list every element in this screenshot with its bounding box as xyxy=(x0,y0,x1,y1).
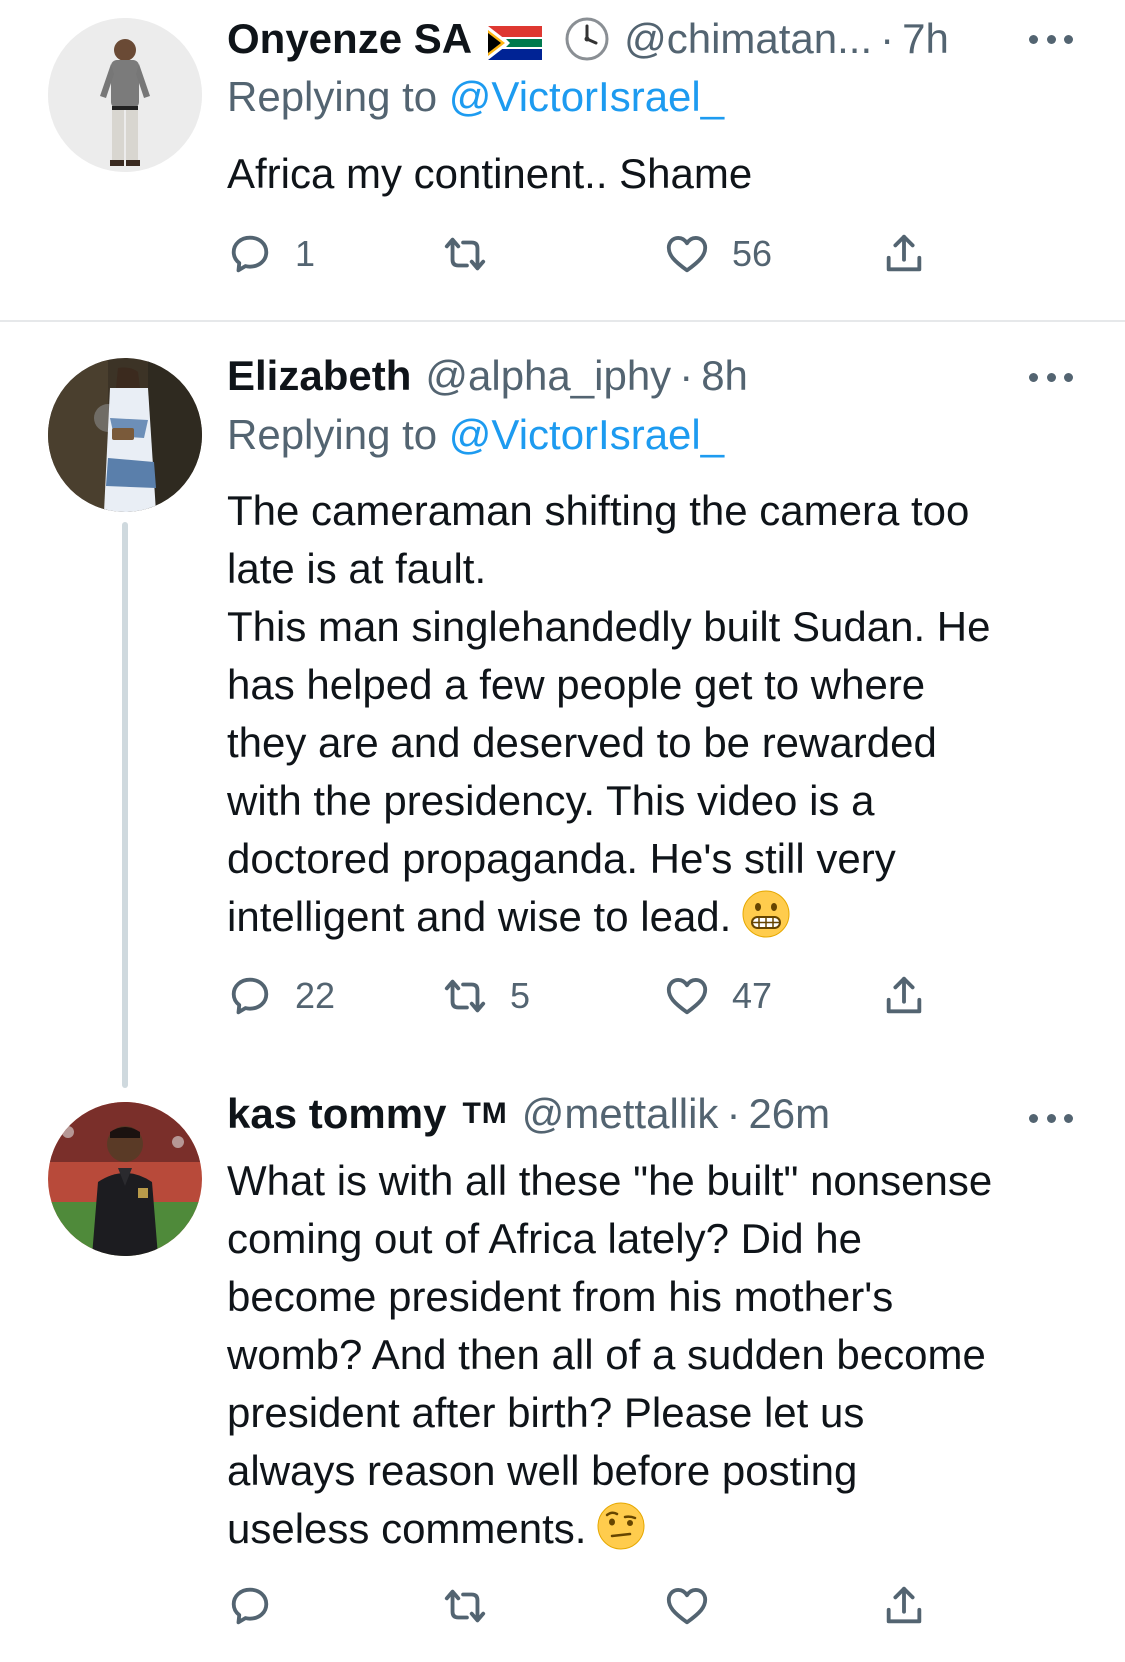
reply-icon xyxy=(227,231,273,277)
like-button[interactable]: 47 xyxy=(664,966,772,1026)
mention-link[interactable]: @VictorIsrael_ xyxy=(449,73,724,120)
tweet-text: Africa my continent.. Shame xyxy=(227,150,753,197)
separator-dot: · xyxy=(726,1090,741,1137)
share-icon xyxy=(881,1583,927,1629)
share-button[interactable] xyxy=(881,966,927,1026)
replying-to-prefix: Replying to xyxy=(227,411,449,458)
tweet-divider xyxy=(0,320,1125,322)
retweet-button[interactable] xyxy=(442,1576,510,1636)
reply-count: 22 xyxy=(295,975,336,1016)
like-count: 47 xyxy=(732,975,773,1016)
timestamp[interactable]: 26m xyxy=(748,1090,830,1138)
tweet-text-content: What is with all these "he built" nonsen… xyxy=(227,1157,993,1552)
thread-connector-line xyxy=(122,522,128,1088)
retweet-button[interactable] xyxy=(442,224,510,284)
like-count: 56 xyxy=(732,233,773,274)
separator-dot: · xyxy=(679,352,694,399)
reply-count: 1 xyxy=(295,233,316,274)
separator-dot: · xyxy=(880,15,895,62)
timestamp[interactable]: 7h xyxy=(902,15,949,63)
replying-to: Replying to @VictorIsrael_ xyxy=(227,411,724,459)
replying-to: Replying to @VictorIsrael_ xyxy=(227,73,724,121)
tweet-header: kas tommy TM @mettallik · 26m xyxy=(227,1086,1005,1142)
tweet-actions xyxy=(227,1576,947,1636)
tweet-elizabeth[interactable]: Elizabeth @alpha_iphy · 8h Replying to @… xyxy=(0,338,1125,1098)
replying-to-prefix: Replying to xyxy=(227,73,449,120)
tweet-text: What is with all these "he built" nonsen… xyxy=(227,1152,1097,1558)
display-name[interactable]: Onyenze SA xyxy=(227,15,472,63)
trademark-badge: TM xyxy=(462,1097,508,1130)
share-icon xyxy=(881,973,927,1019)
user-handle[interactable]: @alpha_iphy xyxy=(425,352,671,400)
user-handle[interactable]: @mettallik xyxy=(522,1090,719,1138)
mention-link[interactable]: @VictorIsrael_ xyxy=(449,411,724,458)
tweet-header: Onyenze SA @chimatan... · 7h xyxy=(227,11,1005,67)
share-icon xyxy=(881,231,927,277)
tweet-header: Elizabeth @alpha_iphy · 8h xyxy=(227,348,1005,404)
tweet-text: The cameraman shifting the camera too la… xyxy=(227,482,1097,946)
user-handle[interactable]: @chimatan... xyxy=(624,15,872,63)
reply-button[interactable] xyxy=(227,1576,295,1636)
timestamp[interactable]: 8h xyxy=(701,352,748,400)
tweet-actions: 22 5 47 xyxy=(227,966,947,1026)
face-with-raised-eyebrow-emoji-icon xyxy=(596,1501,646,1551)
like-button[interactable] xyxy=(664,1576,732,1636)
south-africa-flag-icon xyxy=(488,22,543,60)
tweet-kas-tommy[interactable]: kas tommy TM @mettallik · 26m What is wi… xyxy=(0,1090,1125,1662)
reply-icon xyxy=(227,973,273,1019)
tweet-actions: 1 56 xyxy=(227,224,947,284)
clock-icon xyxy=(564,16,610,62)
tweet-text-content: The cameraman shifting the camera too la… xyxy=(227,487,991,940)
like-button[interactable]: 56 xyxy=(664,224,772,284)
retweet-icon xyxy=(442,1583,488,1629)
heart-icon xyxy=(664,973,710,1019)
display-name[interactable]: Elizabeth xyxy=(227,352,411,400)
reply-button[interactable]: 22 xyxy=(227,966,335,1026)
more-options-icon[interactable] xyxy=(1029,1112,1073,1124)
reply-button[interactable]: 1 xyxy=(227,224,315,284)
more-options-icon[interactable] xyxy=(1029,371,1073,383)
heart-icon xyxy=(664,1583,710,1629)
more-options-icon[interactable] xyxy=(1029,33,1073,45)
share-button[interactable] xyxy=(881,224,927,284)
grimacing-face-emoji-icon xyxy=(741,889,791,939)
display-name[interactable]: kas tommy xyxy=(227,1090,446,1138)
retweet-icon xyxy=(442,231,488,277)
share-button[interactable] xyxy=(881,1576,927,1636)
avatar[interactable] xyxy=(48,1102,202,1256)
retweet-button[interactable]: 5 xyxy=(442,966,530,1026)
reply-icon xyxy=(227,1583,273,1629)
heart-icon xyxy=(664,231,710,277)
avatar[interactable] xyxy=(48,18,202,172)
avatar[interactable] xyxy=(48,358,202,512)
retweet-count: 5 xyxy=(510,975,531,1016)
retweet-icon xyxy=(442,973,488,1019)
tweet-onyenze[interactable]: Onyenze SA @chimatan... · 7h Replying to… xyxy=(0,0,1125,302)
